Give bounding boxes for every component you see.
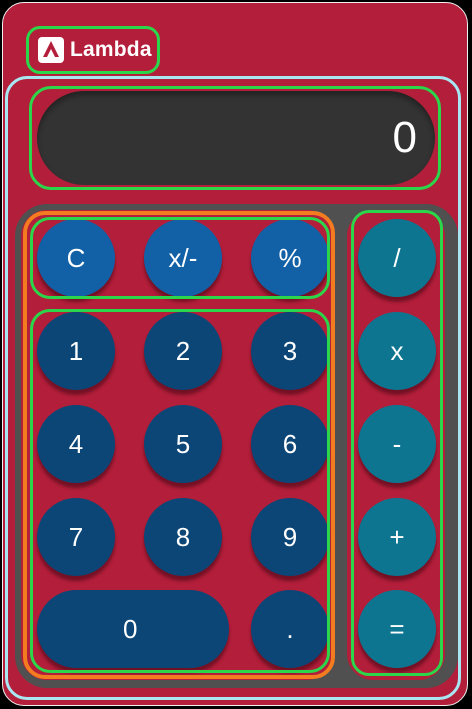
number-keys-frame bbox=[30, 309, 330, 673]
lambda-logo-icon bbox=[38, 37, 64, 63]
brand-name: Lambda bbox=[70, 38, 152, 61]
operator-keys-frame bbox=[351, 210, 443, 676]
display-value: 0 bbox=[392, 113, 417, 162]
display-screen: 0 bbox=[37, 91, 435, 185]
function-keys-frame bbox=[30, 217, 330, 299]
brand-logo: Lambda bbox=[26, 26, 160, 74]
